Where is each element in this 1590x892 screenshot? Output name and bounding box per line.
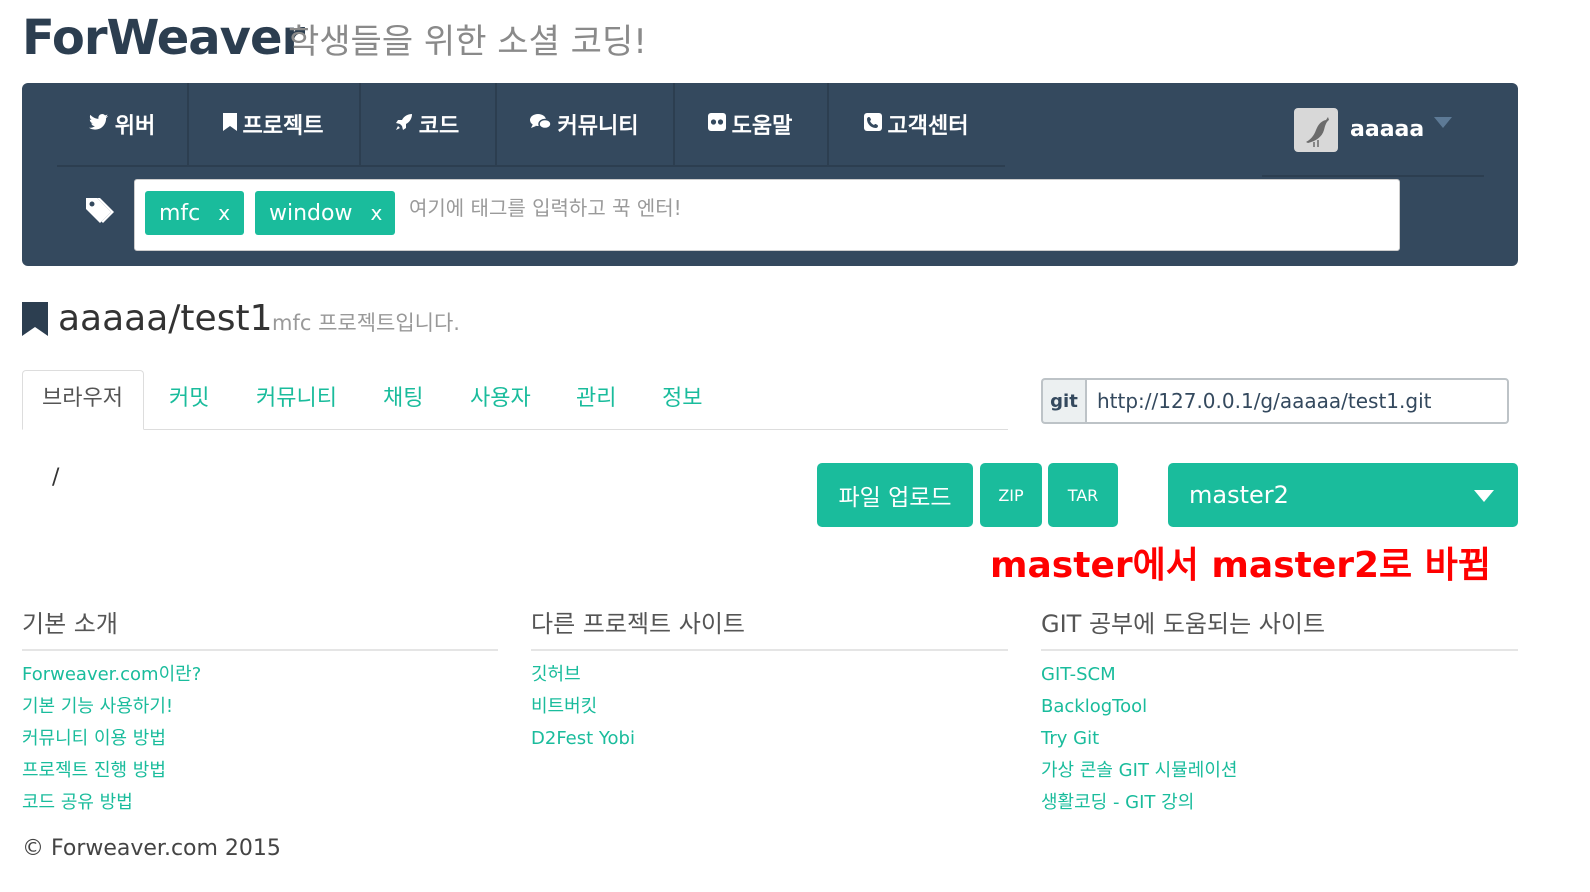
footer-link[interactable]: 생활코딩 - GIT 강의	[1041, 790, 1194, 816]
copyright: © Forweaver.com 2015	[22, 836, 281, 861]
nav-divider	[57, 165, 1005, 167]
tar-download-button[interactable]: TAR	[1048, 463, 1118, 527]
footer-link[interactable]: Forweaver.com이란?	[22, 662, 201, 688]
footer-link[interactable]: GIT-SCM	[1041, 662, 1116, 688]
footer-link[interactable]: 기본 기능 사용하기!	[22, 694, 173, 720]
phone-icon	[863, 112, 882, 136]
nav-project[interactable]: 프로젝트	[187, 83, 361, 165]
tab-browser[interactable]: 브라우저	[42, 382, 123, 416]
tabs-border	[22, 429, 1008, 430]
footer-divider	[531, 649, 1008, 651]
footer-link[interactable]: 프로젝트 진행 방법	[22, 758, 166, 784]
flickr-icon	[707, 112, 726, 136]
site-tagline: 학생들을 위한 소셜 코딩!	[288, 22, 647, 62]
nav-help[interactable]: 도움말	[673, 83, 829, 165]
nav-community-label: 커뮤니티	[557, 114, 639, 139]
project-description: mfc 프로젝트입니다.	[272, 311, 460, 335]
nav-weaver[interactable]: 위버	[57, 83, 189, 165]
current-path: /	[52, 465, 60, 490]
nav-weaver-label: 위버	[114, 114, 156, 139]
tags-icon	[84, 196, 114, 226]
footer-link[interactable]: 비트버킷	[531, 694, 597, 720]
git-addon: git	[1041, 378, 1085, 424]
tab-manage[interactable]: 관리	[576, 382, 616, 416]
footer-link[interactable]: 커뮤니티 이용 방법	[22, 726, 166, 752]
tab-chat[interactable]: 채팅	[383, 382, 423, 416]
comments-icon	[529, 113, 552, 136]
branch-select[interactable]: master2	[1168, 463, 1518, 527]
tag-remove-icon[interactable]: x	[218, 201, 230, 225]
nav-code[interactable]: 코드	[359, 83, 497, 165]
footer-link[interactable]: 가상 콘솔 GIT 시뮬레이션	[1041, 758, 1237, 784]
main-navbar: 위버 프로젝트 코드 커뮤니티 도움말 고객센터 aaaaa mfc x win…	[22, 83, 1518, 266]
nav-support-label: 고객센터	[887, 114, 969, 139]
tab-commits[interactable]: 커밋	[169, 382, 209, 416]
git-clone-url[interactable]	[1085, 378, 1509, 424]
chevron-down-icon	[1474, 490, 1494, 502]
footer-divider	[1041, 649, 1518, 651]
tag-input-box: mfc x window x	[134, 179, 1400, 251]
tag-chip[interactable]: window x	[255, 191, 395, 235]
annotation-note: master에서 master2로 바뀜	[990, 545, 1491, 586]
rocket-icon	[395, 113, 413, 136]
tag-chip[interactable]: mfc x	[145, 191, 244, 235]
tab-community[interactable]: 커뮤니티	[256, 382, 337, 416]
tag-chip-label: mfc	[159, 200, 201, 226]
footer-link[interactable]: D2Fest Yobi	[531, 726, 635, 752]
tab-users[interactable]: 사용자	[470, 382, 531, 416]
footer-link[interactable]: Try Git	[1041, 726, 1099, 752]
nav-help-label: 도움말	[731, 114, 793, 139]
footer-col-title: GIT 공부에 도움되는 사이트	[1041, 610, 1326, 638]
footer-divider	[22, 649, 498, 651]
project-title: aaaaa/test1	[58, 298, 273, 339]
footer-link[interactable]: 코드 공유 방법	[22, 790, 133, 816]
bird-avatar-icon	[1306, 117, 1329, 147]
tag-remove-icon[interactable]: x	[370, 201, 382, 225]
tag-input[interactable]	[407, 190, 1371, 226]
tag-chip-label: window	[269, 200, 353, 226]
brand-logo[interactable]: ForWeaver	[22, 8, 305, 68]
footer-col-title: 기본 소개	[22, 610, 118, 638]
file-upload-button[interactable]: 파일 업로드	[817, 463, 973, 527]
branch-select-value: master2	[1189, 481, 1289, 509]
nav-support[interactable]: 고객센터	[827, 83, 1005, 165]
nav-divider	[1262, 175, 1484, 177]
user-avatar[interactable]	[1294, 108, 1338, 152]
footer-col-title: 다른 프로젝트 사이트	[531, 610, 745, 638]
footer-link[interactable]: 깃허브	[531, 662, 581, 688]
twitter-bird-icon	[88, 113, 109, 136]
user-name[interactable]: aaaaa	[1350, 113, 1424, 147]
nav-project-label: 프로젝트	[242, 114, 324, 139]
tab-info[interactable]: 정보	[662, 382, 702, 416]
footer-link[interactable]: BacklogTool	[1041, 694, 1147, 720]
zip-download-button[interactable]: ZIP	[980, 463, 1042, 527]
bookmark-icon	[222, 112, 237, 136]
user-menu-caret-icon[interactable]	[1434, 117, 1452, 128]
nav-community[interactable]: 커뮤니티	[495, 83, 675, 165]
bookmark-icon	[22, 302, 48, 336]
nav-code-label: 코드	[418, 114, 460, 139]
